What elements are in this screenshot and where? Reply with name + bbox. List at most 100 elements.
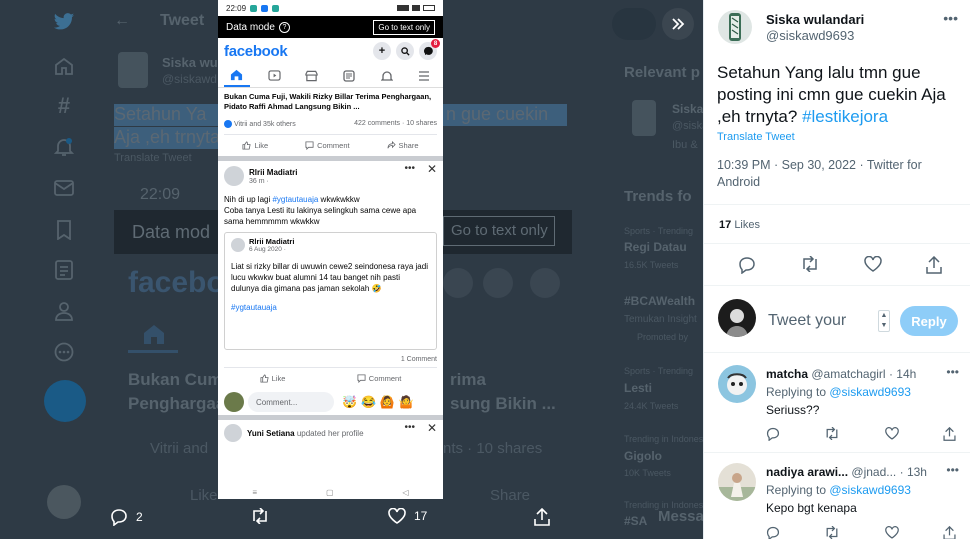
post-3-action: updated her profile (296, 428, 364, 438)
reply-input[interactable]: Tweet your (768, 312, 846, 330)
data-mode-label: Data mode (226, 21, 275, 33)
double-chevron-right-icon (672, 18, 685, 30)
reply-time[interactable]: · 13h (900, 465, 927, 479)
author-name[interactable]: Siska wulandari (766, 12, 864, 27)
tweet-hashtag[interactable]: #lestikejora (802, 107, 888, 126)
twitter-logo-icon (44, 2, 84, 42)
more-options-icon[interactable]: ••• (943, 10, 958, 26)
post-2: Rlrii Madiatri 36 m · ••• ✕ Nih di up la… (218, 161, 443, 227)
backdrop-search-icon (483, 268, 513, 298)
post-1-actions: Like Comment Share (224, 134, 437, 156)
share-icon (534, 508, 550, 526)
reply-icon[interactable] (766, 526, 780, 539)
search-icon (396, 42, 414, 60)
shared-post-author: Rlrii Madiatri (249, 237, 295, 246)
reply-avatar[interactable] (718, 463, 756, 501)
likes-row[interactable]: 17 Likes (719, 219, 760, 231)
thumbs-up-icon (242, 141, 252, 150)
post-3: Yuni Setiana updated her profile ••• ✕ (218, 420, 443, 446)
media-like-button[interactable]: 17 (388, 508, 427, 524)
divider (704, 204, 970, 205)
heart-icon[interactable] (884, 526, 899, 539)
reply-time[interactable]: · 14h (889, 367, 916, 381)
post-2-hashtag: #ygtautauaja (272, 195, 319, 204)
backdrop-relevant-name: Siska (672, 102, 703, 116)
reply-author-name[interactable]: nadiya arawi... (766, 465, 848, 479)
media-share-button[interactable] (534, 508, 550, 526)
author-handle[interactable]: @siskawd9693 (766, 28, 854, 43)
backdrop-relevant-bio: Ibu & (672, 139, 698, 151)
like-reaction-icon (224, 120, 232, 128)
share-label: Share (398, 141, 419, 150)
post-2-text: Nih di up lagi #ygtautauaja wkwkwkkw (224, 194, 437, 205)
help-icon: ? (278, 21, 290, 33)
phone-system-icons (397, 5, 435, 11)
share-button: Share (386, 141, 419, 150)
backdrop-trend-context: Sports · Trending (624, 366, 694, 376)
backdrop-datamode: Data mod (132, 222, 211, 242)
messenger-badge: 8 (431, 39, 440, 48)
reply-icon (111, 509, 127, 526)
retweet-icon[interactable] (800, 256, 820, 274)
lists-icon (44, 250, 84, 290)
phone-time: 22:09 (226, 3, 247, 13)
more-options-icon[interactable]: ••• (946, 463, 959, 477)
tweet-timestamp: 10:39 PM · Sep 30, 2022 · Twitter for An… (717, 158, 922, 189)
post-1-link-title: Bukan Cuma Fuji, Wakili Rizky Billar Ter… (224, 92, 432, 111)
media-reply-count: 2 (136, 510, 143, 524)
media-retweet-button[interactable] (250, 508, 270, 524)
reply-avatar[interactable] (718, 365, 756, 403)
scroll-stepper[interactable]: ▲ ▼ (878, 310, 890, 332)
retweet-icon (253, 508, 267, 524)
retweet-icon[interactable] (824, 427, 840, 441)
facebook-nav-tabs (218, 64, 443, 88)
comment-label: Comment (368, 374, 402, 383)
post-3-author-avatar (224, 424, 242, 442)
next-media-button[interactable] (662, 8, 694, 40)
backdrop-share: Share (490, 487, 531, 504)
reply-icon[interactable] (766, 427, 780, 441)
compose-tweet-icon (44, 380, 86, 422)
notifications-icon (44, 127, 84, 167)
heart-icon[interactable] (884, 427, 899, 441)
watch-icon (261, 65, 287, 87)
account-avatar (47, 485, 81, 519)
backdrop-tweet-fragment-1: Setahun Ya (114, 104, 207, 124)
comment-icon (305, 141, 314, 150)
backdrop-plus-icon (443, 268, 473, 298)
likes-count: 17 (719, 219, 732, 231)
reply-author-handle[interactable]: @amatchagirl (811, 367, 885, 381)
media-reply-button[interactable]: 2 (110, 508, 143, 526)
heart-icon[interactable] (864, 256, 882, 274)
shared-post-hashtag: #ygtautauaja (231, 303, 277, 312)
phone-status-bar: 22:09 (218, 0, 443, 16)
post-2-author-avatar (224, 166, 244, 186)
divider (704, 243, 970, 244)
bell-icon (374, 65, 400, 87)
replying-to-handle[interactable]: @siskawd9693 (829, 385, 911, 399)
post-2-actions: Like Comment (224, 367, 437, 389)
backdrop-trend-promoted: Promoted by (637, 332, 689, 342)
share-icon[interactable] (943, 526, 956, 539)
author-avatar[interactable] (718, 10, 752, 44)
reply-item[interactable]: matcha @amatchagirl · 14h ••• Replying t… (704, 353, 970, 452)
share-icon[interactable] (926, 256, 942, 274)
comment-label: Comment (317, 141, 350, 150)
reply-item[interactable]: nadiya arawi... @jnad... · 13h ••• Reply… (704, 453, 970, 539)
reply-button[interactable]: Reply (900, 306, 958, 336)
post-2-text-pre: Nih di up lagi (224, 195, 273, 204)
share-icon[interactable] (943, 427, 956, 441)
reply-author-handle[interactable]: @jnad... (851, 465, 896, 479)
tweet-text: Setahun Yang lalu tmn gue posting ini cm… (717, 62, 961, 128)
comment-composer: Comment... 🤯 😂 🙆 🤷 (218, 389, 443, 415)
post-options-icon: ••• (404, 163, 415, 174)
backdrop-trend-count: 10K Tweets (624, 468, 671, 478)
reply-author-name[interactable]: matcha (766, 367, 808, 381)
retweet-icon[interactable] (824, 526, 840, 539)
share-icon (386, 141, 396, 149)
translate-tweet-link[interactable]: Translate Tweet (717, 131, 795, 143)
reply-icon[interactable] (738, 256, 756, 274)
backdrop-author-avatar (118, 52, 148, 88)
more-options-icon[interactable]: ••• (946, 365, 959, 379)
replying-to-handle[interactable]: @siskawd9693 (829, 483, 911, 497)
